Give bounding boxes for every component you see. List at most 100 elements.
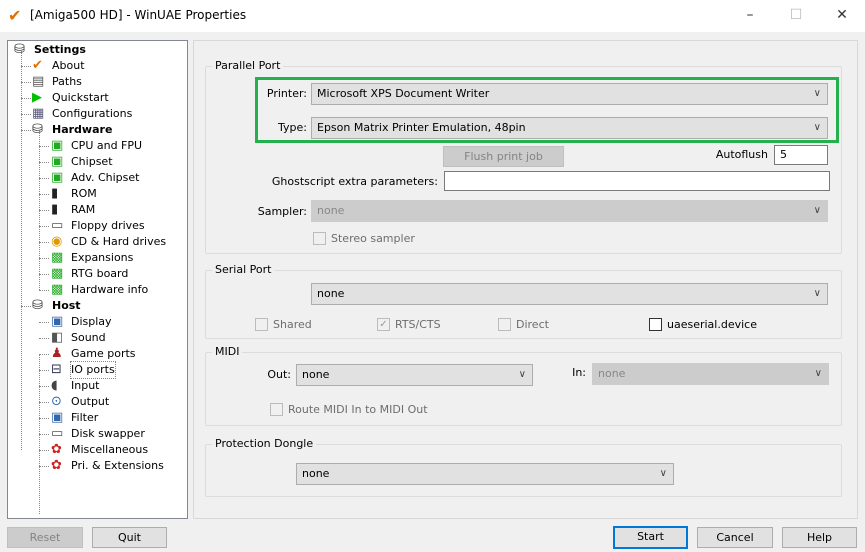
ghostscript-input[interactable] [444, 171, 830, 191]
tree-item-label: Hardware [52, 123, 113, 136]
serial-value: none [317, 287, 345, 300]
close-button[interactable]: ✕ [819, 0, 865, 32]
tree-connector [39, 450, 49, 451]
tree-connector [39, 354, 40, 514]
settings-tree[interactable]: ⛁ Settings ✔ About ▤ Paths ▶ Quickstart ▦ Configu… [7, 40, 188, 519]
monitor-icon: ▣ [51, 410, 64, 425]
tree-connector [39, 210, 49, 211]
tree-item-label: Paths [52, 75, 82, 88]
memory-icon: ▮ [51, 202, 59, 217]
tree-connector [39, 290, 49, 291]
highlight-box [255, 77, 839, 143]
tree-item-label: Configurations [52, 107, 133, 120]
tree-item-label: Pri. & Extensions [71, 459, 164, 472]
midi-out-label: Out: [267, 368, 291, 381]
reset-button[interactable]: Reset [7, 527, 83, 548]
tree-connector [39, 258, 49, 259]
group-title: Parallel Port [212, 59, 284, 72]
tree-connector [39, 242, 49, 243]
tree-item-label: Host [52, 299, 81, 312]
output-icon: ⊙ [51, 394, 62, 409]
tree-item-label: Input [71, 379, 100, 392]
tree-connector [39, 466, 49, 467]
ghostscript-label: Ghostscript extra parameters: [271, 175, 438, 188]
speaker-icon: ◧ [51, 330, 64, 345]
tree-connector [39, 194, 49, 195]
tree-item-label: Chipset [71, 155, 113, 168]
sampler-value: none [317, 204, 345, 217]
tree-connector [39, 386, 49, 387]
hard-drive-icon: ◉ [51, 234, 63, 249]
chevron-down-icon: ∨ [813, 205, 821, 216]
autoflush-input[interactable]: 5 [774, 145, 828, 165]
memory-icon: ▮ [51, 186, 59, 201]
tree-connector [39, 434, 49, 435]
tree-item-label: Miscellaneous [71, 443, 149, 456]
group-title: Serial Port [212, 263, 275, 276]
sampler-select[interactable]: none ∨ [311, 200, 828, 222]
expansion-card-icon: ▩ [51, 282, 64, 297]
midi-in-value: none [598, 367, 626, 380]
misc-icon: ✿ [51, 442, 62, 457]
expansion-card-icon: ▩ [51, 266, 64, 281]
tree-connector [39, 418, 49, 419]
tree-item-label: Expansions [71, 251, 134, 264]
tree-connector [39, 322, 49, 323]
cancel-button[interactable]: Cancel [697, 527, 773, 548]
chip-icon: ▣ [51, 154, 64, 169]
group-title: Protection Dongle [212, 437, 317, 450]
chevron-down-icon: ∨ [814, 368, 822, 379]
tree-connector [39, 354, 49, 355]
tree-item-label: Display [71, 315, 112, 328]
config-list-icon: ▦ [32, 106, 45, 121]
tree-item-label: RTG board [71, 267, 129, 280]
window-title: [Amiga500 HD] - WinUAE Properties [30, 8, 247, 22]
play-icon: ▶ [32, 90, 42, 105]
tree-connector [21, 98, 31, 99]
tree-connector [21, 66, 31, 67]
tree-item-label: Quickstart [52, 91, 109, 104]
expansion-card-icon: ▩ [51, 250, 64, 265]
serial-port-select[interactable]: none ∨ [311, 283, 828, 305]
tree-connector [21, 114, 31, 115]
start-button[interactable]: Start [613, 526, 688, 549]
tree-connector [39, 162, 49, 163]
tree-item-label: CPU and FPU [71, 139, 143, 152]
dongle-select[interactable]: none ∨ [296, 463, 674, 485]
tree-connector [39, 226, 49, 227]
tree-connector [39, 130, 40, 290]
flush-print-job-button[interactable]: Flush print job [443, 146, 564, 167]
tree-item-label: Sound [71, 331, 106, 344]
tree-item-label: CD & Hard drives [71, 235, 167, 248]
group-title: MIDI [212, 345, 243, 358]
tree-connector [21, 306, 31, 307]
mouse-icon: ◖ [51, 378, 58, 393]
tree-item-label: About [52, 59, 85, 72]
tree-item-label: Hardware info [71, 283, 149, 296]
tree-item-label: Floppy drives [71, 219, 145, 232]
tree-item-label: Adv. Chipset [71, 171, 140, 184]
sampler-label: Sampler: [257, 205, 307, 218]
help-button[interactable]: Help [782, 527, 857, 548]
midi-in-select[interactable]: none ∨ [592, 363, 829, 385]
minimize-button[interactable]: – [727, 0, 773, 32]
tree-item-label: RAM [71, 203, 96, 216]
tree-connector [39, 338, 49, 339]
chip-icon: ▣ [51, 138, 64, 153]
checkmark-icon: ✔ [32, 58, 43, 73]
chevron-down-icon: ∨ [813, 288, 821, 299]
quit-button[interactable]: Quit [92, 527, 167, 548]
folder-paths-icon: ▤ [32, 74, 45, 89]
tree-item-label: Filter [71, 411, 99, 424]
floppy-drive-icon: ▭ [51, 426, 64, 441]
dongle-value: none [302, 467, 330, 480]
misc-icon: ✿ [51, 458, 62, 473]
midi-out-select[interactable]: none ∨ [296, 364, 533, 386]
tree-connector [21, 50, 22, 450]
disk-stack-icon: ⛁ [32, 298, 43, 313]
maximize-button[interactable]: ☐ [773, 0, 819, 32]
chevron-down-icon: ∨ [518, 369, 526, 380]
midi-out-value: none [302, 368, 330, 381]
tree-connector [39, 178, 49, 179]
floppy-drive-icon: ▭ [51, 218, 64, 233]
